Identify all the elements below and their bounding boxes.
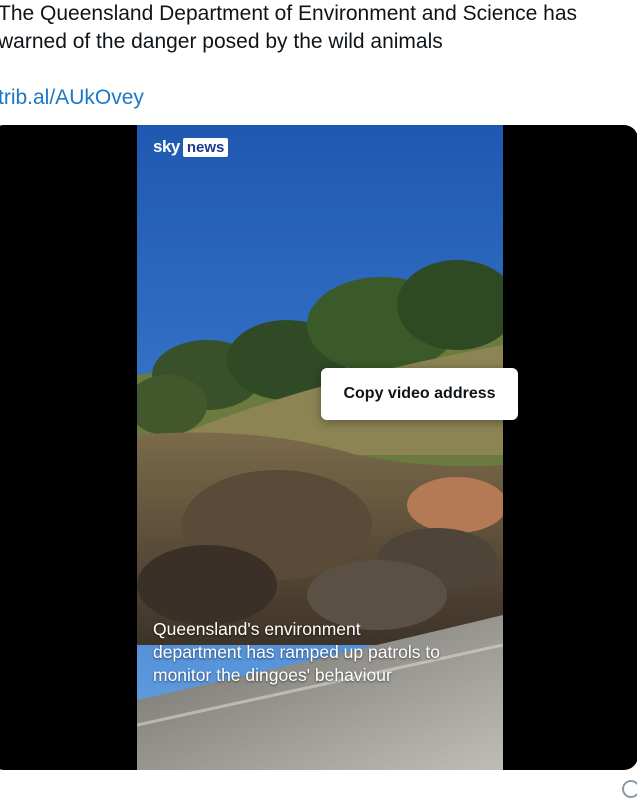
video-player[interactable]: sky news Queensland's environment depart… [0, 125, 637, 770]
tweet-text: The Queensland Department of Environment… [0, 0, 637, 56]
tweet-text-line-2: warned of the danger posed by the wild a… [0, 30, 443, 53]
tweet-text-line-1: The Queensland Department of Environment… [0, 2, 578, 25]
sky-news-logo: sky news [153, 137, 229, 157]
more-icon[interactable] [622, 780, 637, 798]
caption-line-1: Queensland's environment [153, 619, 361, 639]
caption-line-2: department has ramped up patrols to [153, 642, 440, 662]
context-menu-item-label: Copy video address [343, 385, 496, 402]
video-frame[interactable]: sky news Queensland's environment depart… [137, 125, 503, 770]
tweet-link[interactable]: trib.al/AUkOvey [0, 84, 144, 112]
caption-line-3: monitor the dingoes' behaviour [153, 665, 392, 685]
logo-news: news [182, 137, 229, 157]
context-menu-copy-video-address[interactable]: Copy video address [321, 368, 518, 420]
video-caption: Queensland's environment department has … [153, 618, 498, 687]
logo-sky: sky [153, 137, 180, 156]
